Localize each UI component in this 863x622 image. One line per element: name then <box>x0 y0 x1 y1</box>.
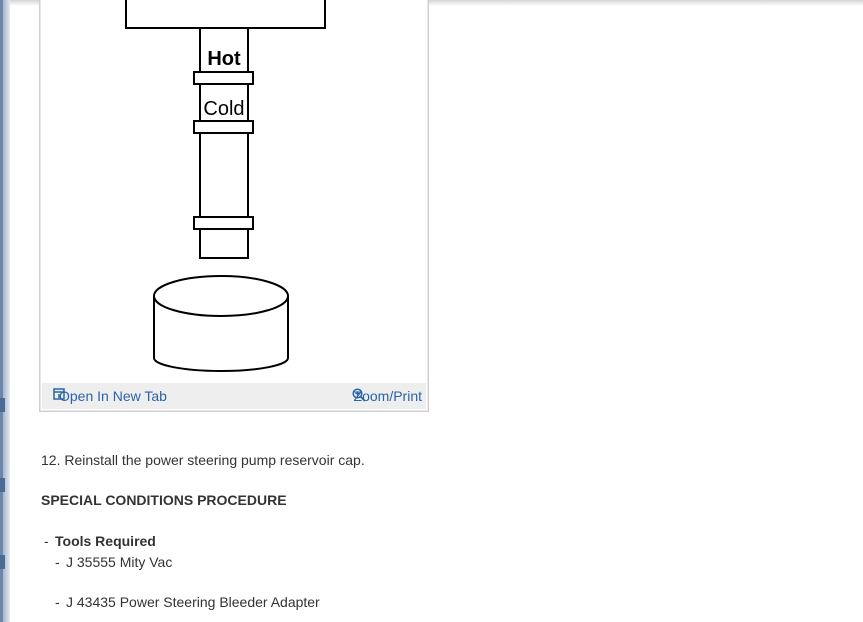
edge-marker <box>0 478 5 492</box>
dipstick-figure: Hot Cold Open In New Tab Zoom/Print <box>39 0 429 412</box>
fluid-container-top <box>153 275 289 317</box>
tool-item: J 35555 Mity Vac <box>66 554 173 570</box>
tools-bullet: - <box>44 533 49 549</box>
tool-item: J 43435 Power Steering Bleeder Adapter <box>66 594 320 610</box>
tool-bullet: - <box>55 554 60 570</box>
hot-label: Hot <box>207 48 241 70</box>
figure-toolbar: Open In New Tab Zoom/Print <box>42 383 426 409</box>
cold-mark-band <box>193 120 254 134</box>
window-edge <box>0 0 10 622</box>
edge-marker <box>0 555 5 569</box>
dipstick-illustration: Hot Cold <box>125 0 326 372</box>
reservoir-cap-body <box>125 0 326 29</box>
section-heading: SPECIAL CONDITIONS PROCEDURE <box>41 492 287 508</box>
hot-mark-band <box>193 71 254 85</box>
open-in-new-tab-label: Open In New Tab <box>59 388 167 404</box>
cold-label: Cold <box>203 98 244 120</box>
tools-required-title: Tools Required <box>55 533 156 549</box>
tool-bullet: - <box>55 594 60 610</box>
open-in-new-tab-link[interactable]: Open In New Tab <box>53 388 167 404</box>
zoom-print-link[interactable]: Zoom/Print <box>351 388 422 404</box>
bottom-band <box>193 216 254 230</box>
edge-marker <box>0 398 5 412</box>
step-12-text: 12. Reinstall the power steering pump re… <box>41 452 365 468</box>
